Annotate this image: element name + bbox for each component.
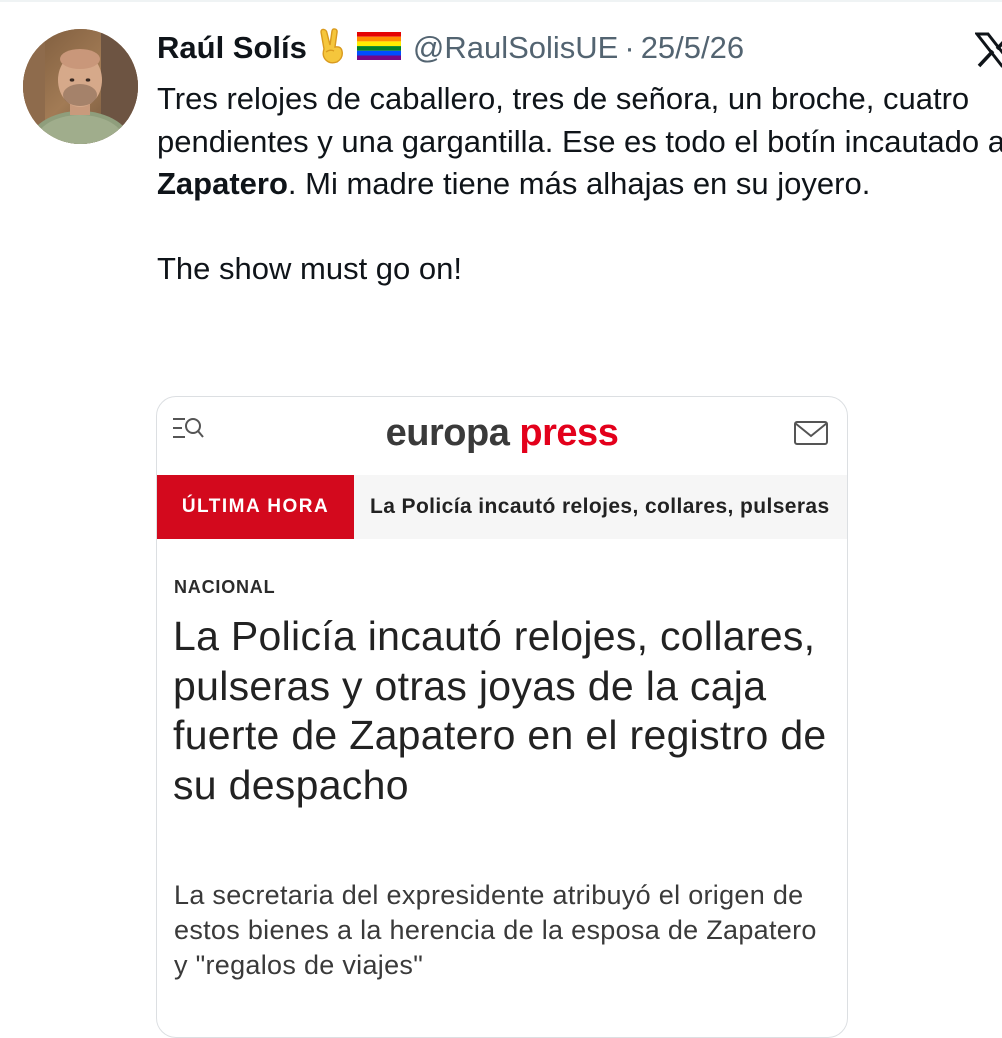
author-name[interactable]: Raúl Solís [157,30,307,66]
x-logo-icon[interactable] [975,30,1002,70]
ticker-label: ÚLTIMA HORA [157,475,354,539]
tweet-date[interactable]: 25/5/26 [641,30,744,66]
tweet-text-part: Tres relojes de caballero, tres de señor… [157,81,1002,159]
tweet-text-part: . Mi madre tiene más alhajas en su joyer… [287,166,871,201]
top-divider [0,0,1002,2]
tweet-text: Tres relojes de caballero, tres de señor… [157,78,1002,290]
brand-part-1: europa [385,412,510,454]
tweet-paragraph: The show must go on! [157,250,462,286]
tweet-paragraph: Tres relojes de caballero, tres de señor… [157,78,1002,206]
rainbow-flag-emoji-icon [356,31,401,65]
europapress-logo[interactable]: europa press [157,412,847,455]
ticker-text: La Policía incautó relojes, collares, pu… [370,495,830,518]
breaking-news-ticker[interactable]: ÚLTIMA HORA La Policía incautó relojes, … [157,475,847,539]
article-subtitle: La secretaria del expresidente atribuyó … [174,880,817,980]
tweet-header: Raúl Solís @RaulSolisUE · 25/5/26 [157,26,744,70]
section-label: NACIONAL [174,577,276,597]
separator-dot: · [624,30,635,65]
article-card[interactable]: europa press ÚLTIMA HORA La Policía inca… [156,396,848,1038]
victory-hand-emoji-icon [317,27,347,69]
author-handle[interactable]: @RaulSolisUE [413,30,618,66]
brand-part-2: press [519,412,619,454]
profile-photo [23,29,138,144]
mail-icon[interactable] [793,419,829,447]
avatar[interactable] [23,29,138,144]
tweet-text-bold: Zapatero [157,166,288,201]
article-headline[interactable]: La Policía incautó relojes, collares, pu… [173,612,833,810]
